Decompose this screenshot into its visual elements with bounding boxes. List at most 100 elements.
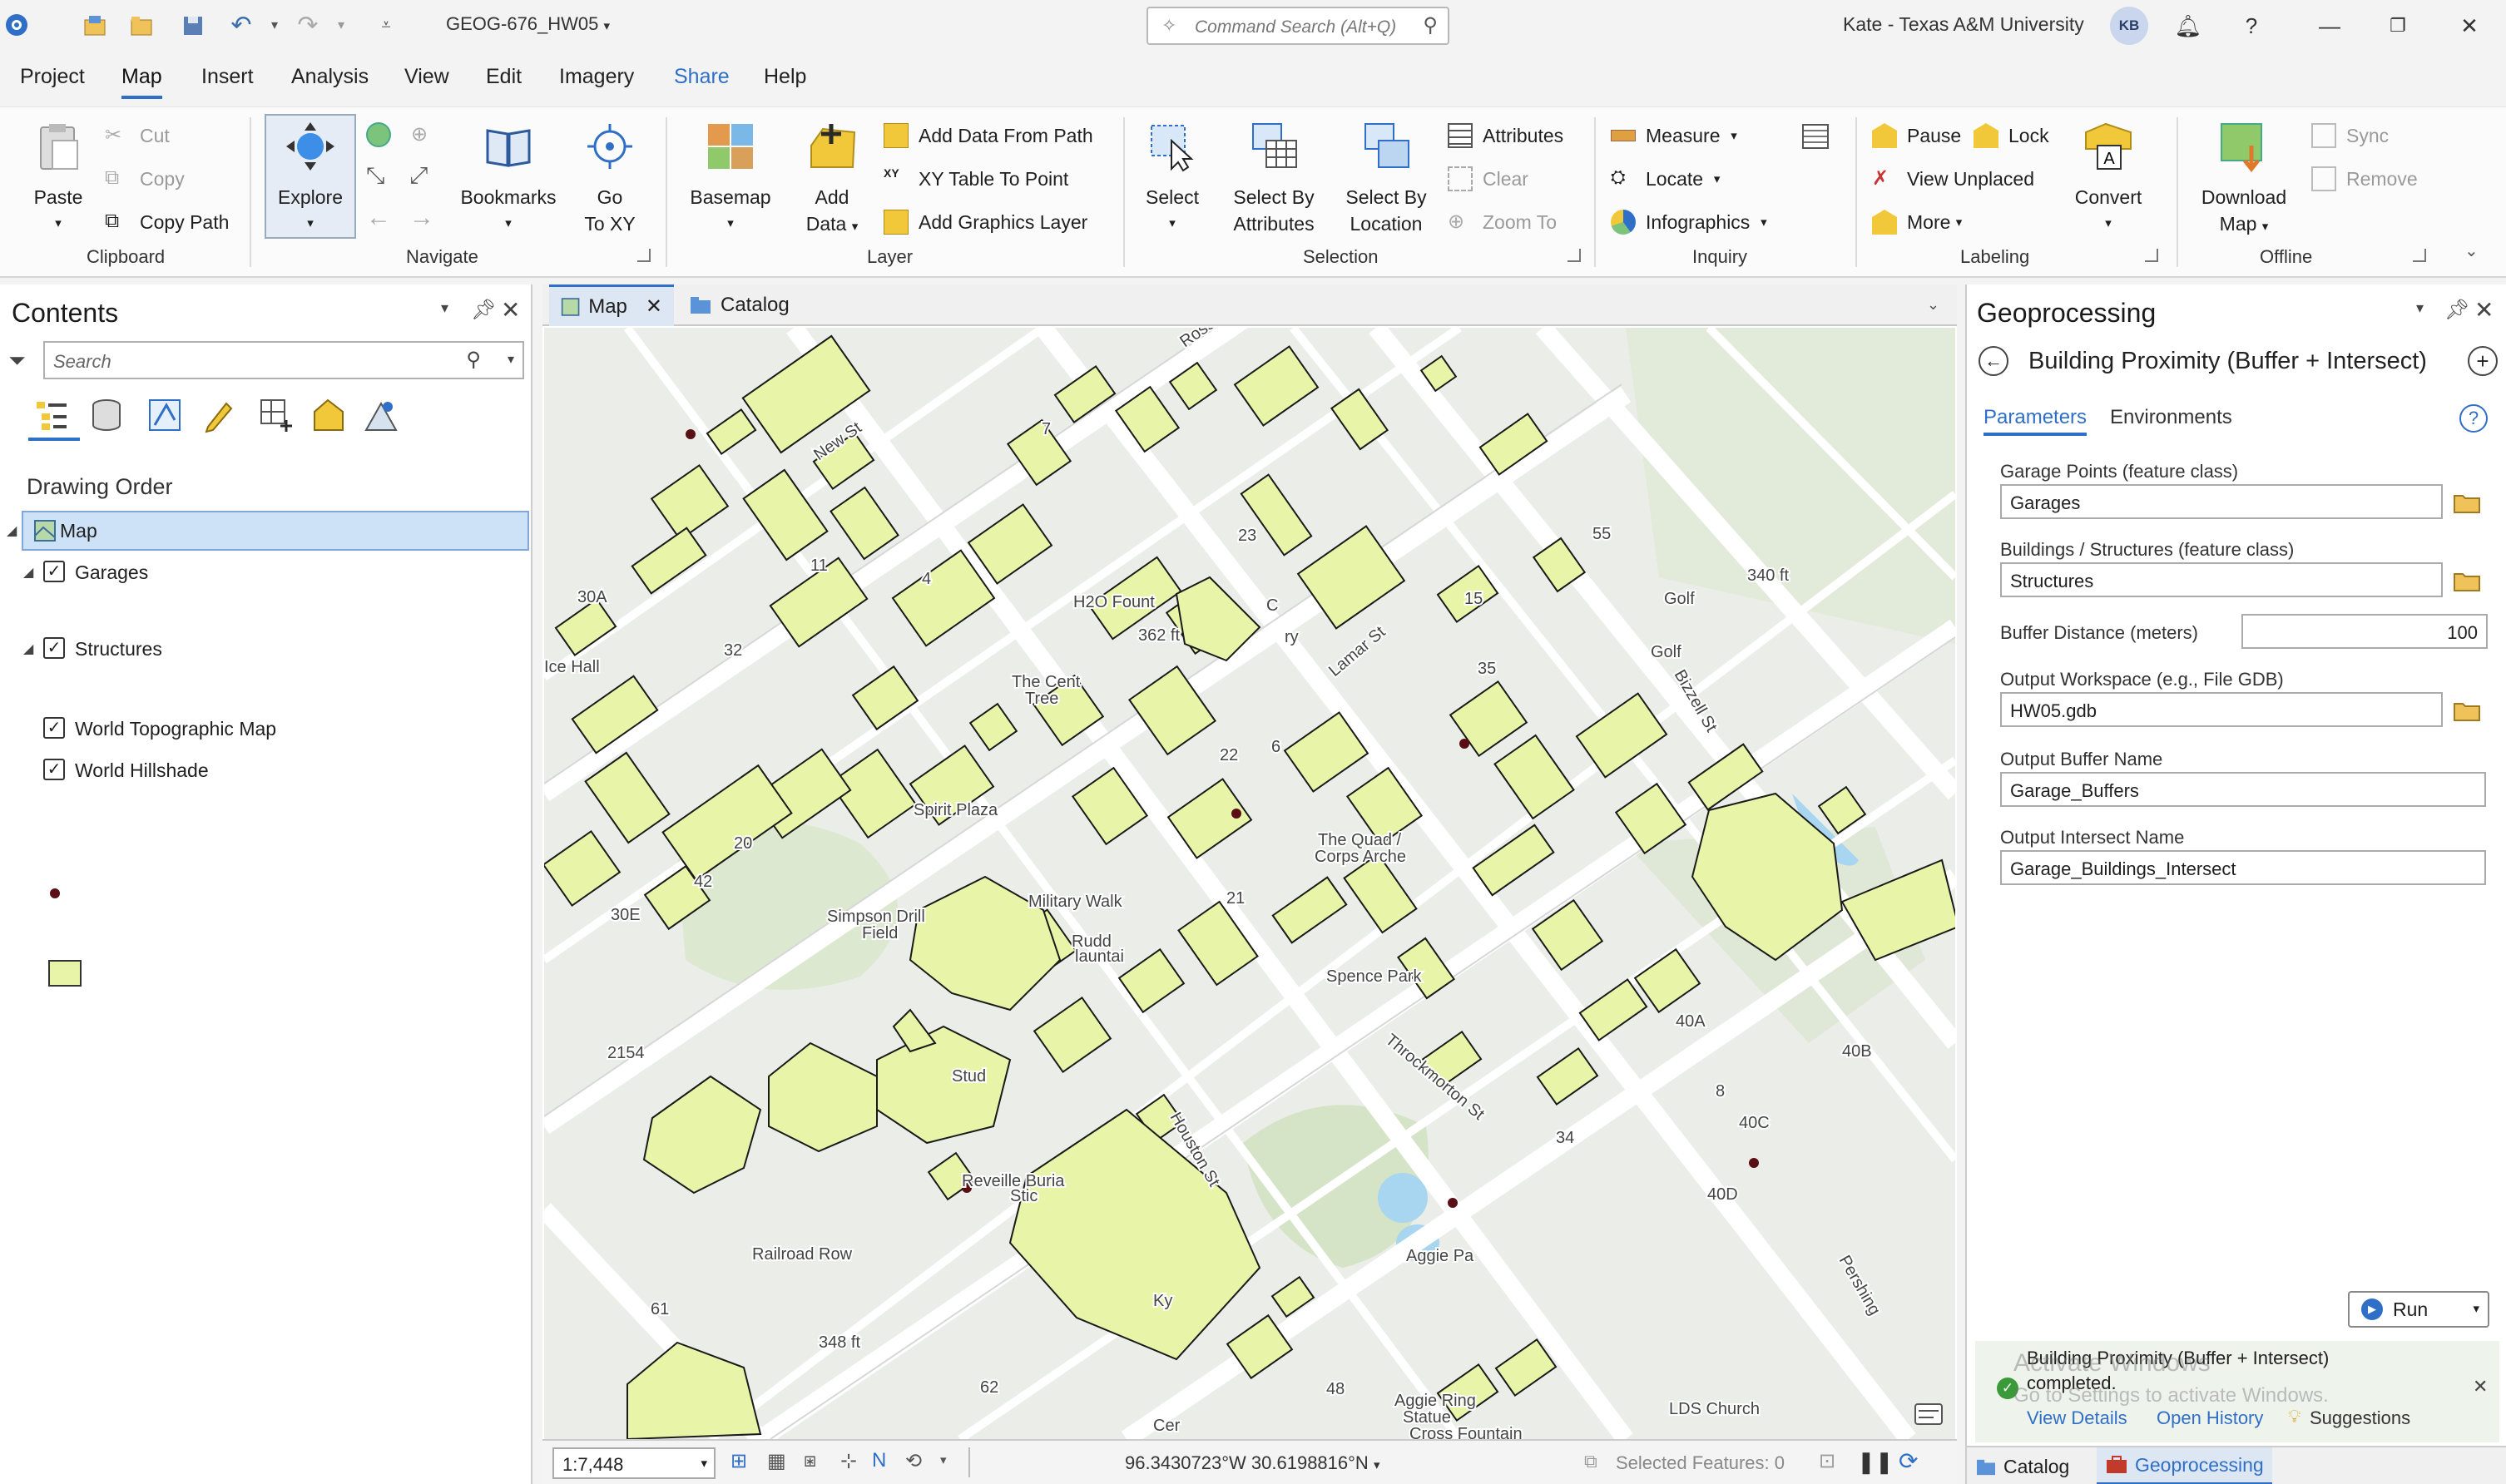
add-data-button[interactable]: Add Data ▾	[792, 121, 872, 240]
close-window-icon[interactable]: ✕	[2444, 8, 2494, 43]
list-by-drawing-order-icon[interactable]	[33, 397, 70, 433]
toc-layer-structures[interactable]: ◢ ✓ Structures	[0, 629, 532, 669]
table-icon[interactable]: ▦	[767, 1449, 786, 1473]
collapse-icon[interactable]: ◢	[23, 564, 33, 581]
infographics-button[interactable]: Infographics ▾	[1611, 204, 1767, 240]
output-buffer-name-input[interactable]: Garage_Buffers	[2000, 772, 2486, 807]
filter-icon[interactable]: ⏷	[8, 348, 26, 374]
draw-mode-icon[interactable]: ⊡	[1819, 1449, 1835, 1473]
redo-dropdown-icon[interactable]: ▾	[326, 11, 356, 39]
collapse-ribbon-icon[interactable]: ⌄	[2464, 240, 2479, 261]
command-search-box[interactable]: ✧ Command Search (Alt+Q) ⚲	[1147, 7, 1449, 45]
view-details-link[interactable]: View Details	[2027, 1407, 2127, 1429]
close-pane-icon[interactable]: ✕	[2474, 296, 2494, 324]
xy-table-to-point-button[interactable]: XY XY Table To Point	[884, 161, 1068, 197]
close-message-icon[interactable]: ✕	[2473, 1376, 2488, 1397]
selection-launcher-icon[interactable]	[1567, 249, 1581, 262]
tab-help[interactable]: Help	[764, 65, 806, 96]
open-history-link[interactable]: Open History	[2157, 1407, 2263, 1429]
back-arrow-icon[interactable]: ←	[1979, 346, 2008, 376]
tab-catalog-pane[interactable]: Catalog	[1975, 1456, 2069, 1478]
tab-view[interactable]: View	[404, 65, 449, 96]
offline-launcher-icon[interactable]	[2413, 249, 2426, 262]
lock-labeling-button[interactable]: Lock	[1974, 117, 2049, 154]
list-by-selection-icon[interactable]	[146, 397, 183, 433]
pin-icon[interactable]: 📌︎	[471, 298, 496, 322]
output-intersect-name-input[interactable]: Garage_Buildings_Intersect	[2000, 850, 2486, 885]
sync-button[interactable]: Sync	[2311, 117, 2389, 154]
cut-button[interactable]: ✂ Cut	[105, 117, 170, 154]
customize-toolbar-icon[interactable]: ⩡	[371, 11, 401, 39]
copy-button[interactable]: ⧉ Copy	[105, 161, 185, 197]
toc-layer-garages[interactable]: ◢ ✓ Garages	[0, 552, 532, 592]
collapse-icon[interactable]: ◢	[23, 641, 33, 657]
select-by-attributes-button[interactable]: Select By Attributes	[1221, 121, 1326, 237]
select-button[interactable]: Select ▾	[1135, 121, 1210, 237]
add-graphics-layer-button[interactable]: Add Graphics Layer	[884, 204, 1087, 240]
help-button[interactable]: ?	[2226, 8, 2276, 43]
cursor-coordinates[interactable]: 96.3430723°W 30.6198816°N ▾	[1125, 1452, 1379, 1474]
buffer-distance-input[interactable]: 100	[2241, 614, 2488, 649]
pause-drawing-icon[interactable]: ❚❚	[1857, 1449, 1894, 1475]
chevron-down-icon[interactable]: ▾	[940, 1452, 947, 1467]
bookmarks-button[interactable]: Bookmarks ▾	[459, 121, 557, 237]
add-icon[interactable]: +	[2468, 346, 2498, 376]
explore-button[interactable]: Explore ▾	[265, 114, 356, 239]
layer-visibility-checkbox[interactable]: ✓	[43, 717, 65, 739]
undo-icon[interactable]: ↶	[226, 11, 256, 39]
forward-arrow-icon[interactable]: →	[409, 204, 434, 232]
undo-dropdown-icon[interactable]: ▾	[260, 11, 290, 39]
save-project-icon[interactable]	[178, 11, 208, 39]
tab-edit[interactable]: Edit	[486, 65, 522, 96]
measure-button[interactable]: Measure ▾	[1611, 117, 1737, 154]
tab-analysis[interactable]: Analysis	[291, 65, 369, 96]
locate-button[interactable]: ⛭ Locate ▾	[1611, 161, 1720, 197]
suggestions-link[interactable]: Suggestions	[2310, 1407, 2410, 1429]
map-canvas[interactable]: New St H2O Fount 11 4 23 30A 55 15 340 ft 32 362 f…	[544, 328, 1955, 1439]
correction-icon[interactable]: ⟲	[905, 1449, 922, 1473]
remove-offline-button[interactable]: Remove	[2311, 161, 2418, 197]
scale-selector[interactable]: 1:7,448 ▾	[552, 1447, 716, 1479]
grid-icon[interactable]: ⊞	[731, 1449, 747, 1473]
garage-point[interactable]	[1749, 1158, 1759, 1168]
garage-point[interactable]	[1448, 1198, 1458, 1208]
collapse-icon[interactable]: ◢	[7, 522, 17, 539]
tab-map-view[interactable]: Map ✕	[549, 284, 674, 326]
fixed-zoom-in-icon[interactable]: ⤡	[366, 162, 384, 190]
north-arrow-icon[interactable]: N	[872, 1449, 886, 1472]
minimize-icon[interactable]: —	[2305, 8, 2355, 43]
browse-folder-icon[interactable]	[2453, 569, 2481, 592]
clear-selection-button[interactable]: Clear	[1448, 161, 1528, 197]
output-workspace-input[interactable]: HW05.gdb	[2000, 692, 2443, 727]
tab-insert[interactable]: Insert	[201, 65, 254, 96]
layer-visibility-checkbox[interactable]: ✓	[43, 561, 65, 582]
tabs-dropdown-icon[interactable]: ⌄	[1927, 296, 1939, 314]
download-map-button[interactable]: Download Map ▾	[2192, 121, 2296, 240]
select-by-location-button[interactable]: Select By Location	[1336, 121, 1436, 237]
project-title[interactable]: GEOG-676_HW05 ▾	[446, 13, 610, 35]
contents-search-input[interactable]: Search ⚲ ▾	[43, 341, 524, 379]
pane-options-icon[interactable]: ▾	[2416, 299, 2424, 317]
run-button[interactable]: ▶ Run ▾	[2348, 1291, 2489, 1328]
labeling-launcher-icon[interactable]	[2145, 249, 2158, 262]
tab-catalog-view[interactable]: Catalog	[677, 284, 801, 326]
list-by-editing-icon[interactable]	[201, 397, 238, 433]
tab-geoprocessing-pane[interactable]: Geoprocessing	[2097, 1447, 2272, 1484]
go-to-xy-button[interactable]: Go To XY	[574, 121, 646, 237]
garage-point[interactable]	[1459, 739, 1469, 749]
pin-icon[interactable]: 📌︎	[2444, 298, 2469, 322]
tab-share[interactable]: Share	[674, 65, 730, 96]
tab-map[interactable]: Map	[121, 65, 162, 99]
convert-button[interactable]: A Convert ▾	[2068, 121, 2148, 237]
snapping-icon[interactable]: ⧆	[804, 1449, 816, 1472]
list-by-labeling-icon[interactable]	[310, 397, 346, 433]
pause-labeling-button[interactable]: Pause	[1872, 117, 1961, 154]
navigate-launcher-icon[interactable]	[637, 249, 651, 262]
tab-project[interactable]: Project	[20, 65, 85, 96]
browse-folder-icon[interactable]	[2453, 699, 2481, 722]
list-by-perspective-imagery-icon[interactable]	[363, 397, 399, 433]
more-labeling-button[interactable]: More ▾	[1872, 204, 1962, 240]
redo-icon[interactable]: ↷	[293, 11, 323, 39]
pane-options-icon[interactable]: ▾	[441, 299, 448, 317]
structures-input[interactable]: Structures	[2000, 562, 2443, 597]
